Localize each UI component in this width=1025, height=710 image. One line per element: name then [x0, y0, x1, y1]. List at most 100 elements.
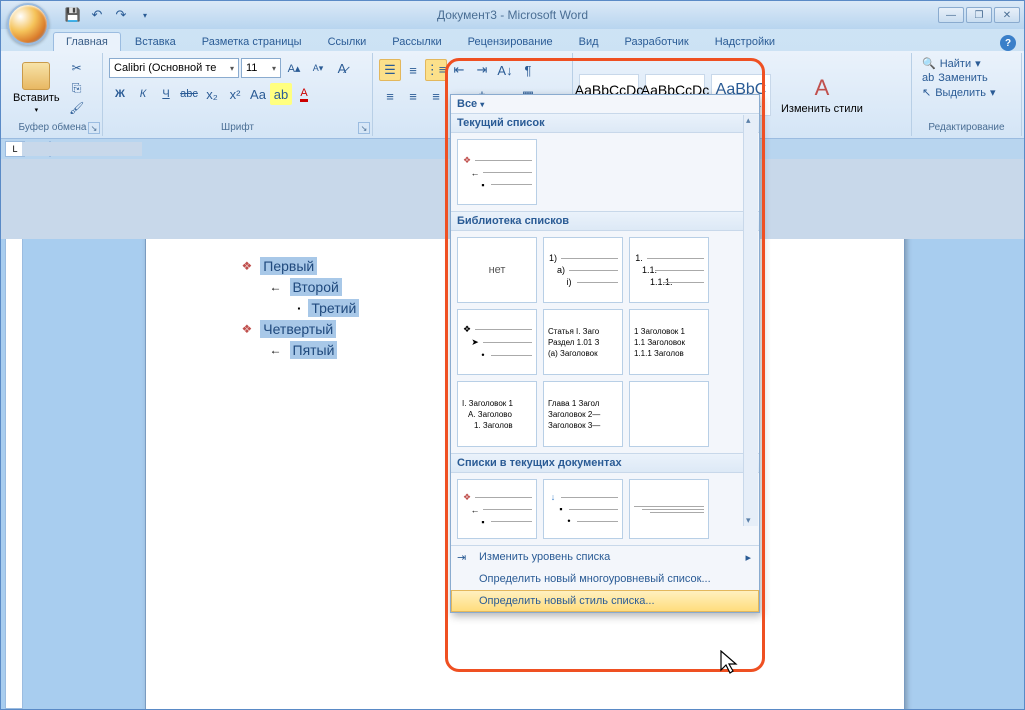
- clipboard-launcher[interactable]: ↘: [88, 122, 100, 134]
- grow-font-icon[interactable]: A▴: [283, 57, 305, 79]
- group-font-label: Шрифт: [107, 121, 368, 134]
- align-center-button[interactable]: ≡: [402, 85, 424, 107]
- list-tile[interactable]: ❖ ← ▪: [457, 479, 537, 539]
- group-clipboard: Вставить ▾ ✂ ⎘ 🖌 Буфер обмена ↘: [3, 53, 103, 136]
- tab-developer[interactable]: Разработчик: [613, 33, 701, 51]
- ribbon-tabs: Главная Вставка Разметка страницы Ссылки…: [1, 29, 1024, 51]
- tab-layout[interactable]: Разметка страницы: [190, 33, 314, 51]
- help-icon[interactable]: ?: [1000, 35, 1016, 51]
- bold-button[interactable]: Ж: [109, 83, 131, 105]
- tab-view[interactable]: Вид: [567, 33, 611, 51]
- italic-button[interactable]: К: [132, 83, 154, 105]
- find-button[interactable]: 🔍Найти ▾: [922, 57, 1011, 70]
- strike-button[interactable]: abc: [178, 83, 200, 105]
- bullet-icon: ▪: [298, 304, 301, 313]
- section-library: Библиотека списков: [451, 211, 759, 231]
- show-marks-button[interactable]: ¶: [517, 59, 539, 81]
- tab-review[interactable]: Рецензирование: [456, 33, 565, 51]
- list-tile[interactable]: 1 Заголовок 1 1.1 Заголовок 1.1.1 Заголо…: [629, 309, 709, 375]
- minimize-button[interactable]: —: [938, 7, 964, 23]
- multilevel-list-dropdown: Все▾ Текущий список ❖ ← ▪ Библиотека спи…: [450, 94, 760, 613]
- bullet-icon: ❖: [242, 259, 253, 273]
- binoculars-icon: 🔍: [922, 57, 936, 70]
- increase-indent-button[interactable]: ⇥: [471, 59, 493, 81]
- dropdown-scrollbar[interactable]: [743, 115, 758, 526]
- change-case-button[interactable]: Aa: [247, 83, 269, 105]
- tab-home[interactable]: Главная: [53, 32, 121, 51]
- list-tile-none[interactable]: нет: [457, 237, 537, 303]
- list-tile[interactable]: Глава 1 Загол Заголовок 2— Заголовок 3—: [543, 381, 623, 447]
- save-icon[interactable]: 💾: [63, 5, 83, 25]
- change-styles-label: Изменить стили: [781, 103, 863, 115]
- list-tile[interactable]: ❖ ➤ •: [457, 309, 537, 375]
- list-tile-current[interactable]: ❖ ← ▪: [457, 139, 537, 205]
- list-tile[interactable]: [629, 479, 709, 539]
- shrink-font-icon[interactable]: A▾: [307, 57, 329, 79]
- font-color-button[interactable]: A: [293, 83, 315, 105]
- tab-addins[interactable]: Надстройки: [703, 33, 787, 51]
- replace-icon: ab: [922, 72, 934, 84]
- tab-mailings[interactable]: Рассылки: [380, 33, 453, 51]
- align-left-button[interactable]: ≡: [379, 85, 401, 107]
- select-button[interactable]: ↖Выделить ▾: [922, 86, 1011, 99]
- close-button[interactable]: ✕: [994, 7, 1020, 23]
- office-button[interactable]: [7, 3, 49, 45]
- bullet-icon: ←: [270, 280, 282, 294]
- tab-insert[interactable]: Вставка: [123, 33, 188, 51]
- paste-icon: [22, 62, 50, 90]
- list-tile-empty[interactable]: [629, 381, 709, 447]
- section-current-list: Текущий список: [451, 113, 759, 133]
- cut-icon[interactable]: ✂: [68, 59, 86, 77]
- decrease-indent-button[interactable]: ⇤: [448, 59, 470, 81]
- highlight-button[interactable]: ab: [270, 83, 292, 105]
- mouse-cursor-icon: [720, 650, 742, 682]
- subscript-button[interactable]: x₂: [201, 83, 223, 105]
- bullet-icon: ❖: [242, 322, 253, 336]
- list-tile[interactable]: 1) a) i): [543, 237, 623, 303]
- underline-button[interactable]: Ч: [155, 83, 177, 105]
- font-name-combo[interactable]: Calibri (Основной те▾: [109, 58, 239, 78]
- tab-references[interactable]: Ссылки: [316, 33, 379, 51]
- multilevel-list-button[interactable]: ⋮≡: [425, 59, 447, 81]
- sort-button[interactable]: A↓: [494, 59, 516, 81]
- quick-access-toolbar: 💾 ↶ ↷ ▾: [63, 5, 155, 25]
- bullet-list-button[interactable]: ☰: [379, 59, 401, 81]
- menu-define-list-style[interactable]: Определить новый стиль списка...: [451, 590, 759, 612]
- list-tile[interactable]: I. Заголовок 1 A. Заголово 1. Заголов: [457, 381, 537, 447]
- redo-icon[interactable]: ↷: [111, 5, 131, 25]
- replace-button[interactable]: abЗаменить: [922, 72, 1011, 84]
- qat-customize-icon[interactable]: ▾: [135, 5, 155, 25]
- copy-icon[interactable]: ⎘: [68, 79, 86, 97]
- maximize-button[interactable]: ❐: [966, 7, 992, 23]
- number-list-button[interactable]: ≡: [402, 59, 424, 81]
- paste-label: Вставить: [13, 92, 60, 104]
- list-item-text: Четвертый: [260, 320, 336, 338]
- font-size-combo[interactable]: 11▾: [241, 58, 281, 78]
- list-item-text: Первый: [260, 257, 317, 275]
- indent-icon: ⇥: [457, 551, 466, 564]
- superscript-button[interactable]: x²: [224, 83, 246, 105]
- horizontal-ruler[interactable]: [49, 141, 51, 157]
- paste-button[interactable]: Вставить ▾: [7, 60, 66, 116]
- list-tile[interactable]: Статья I. Заго Раздел 1.01 З (a) Заголов…: [543, 309, 623, 375]
- bullet-icon: ←: [270, 343, 282, 357]
- undo-icon[interactable]: ↶: [87, 5, 107, 25]
- list-item-text: Третий: [308, 299, 359, 317]
- format-painter-icon[interactable]: 🖌: [68, 99, 86, 117]
- cursor-icon: ↖: [922, 86, 931, 99]
- menu-change-level[interactable]: ⇥Изменить уровень списка: [451, 546, 759, 568]
- group-editing-label: Редактирование: [916, 121, 1017, 134]
- align-right-button[interactable]: ≡: [425, 85, 447, 107]
- clear-format-icon[interactable]: A̷: [331, 57, 353, 79]
- dropdown-all-header[interactable]: Все▾: [451, 95, 759, 113]
- list-tile[interactable]: 1. 1.1. 1.1.1.: [629, 237, 709, 303]
- change-styles-button[interactable]: A Изменить стили: [775, 73, 869, 117]
- list-item-text: Пятый: [290, 341, 338, 359]
- window-title: Документ3 - Microsoft Word: [437, 8, 588, 22]
- title-bar: 💾 ↶ ↷ ▾ Документ3 - Microsoft Word — ❐ ✕: [1, 1, 1024, 29]
- menu-define-new-list[interactable]: Определить новый многоуровневый список..…: [451, 568, 759, 590]
- font-launcher[interactable]: ↘: [358, 122, 370, 134]
- list-item-text: Второй: [290, 278, 342, 296]
- vertical-ruler[interactable]: [5, 161, 23, 709]
- list-tile[interactable]: ↓ ▪ •: [543, 479, 623, 539]
